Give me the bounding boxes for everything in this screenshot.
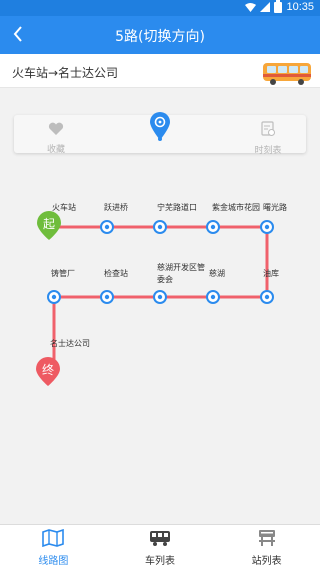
station-label-s1[interactable]: 火车站 [52, 202, 76, 213]
station-node[interactable] [153, 220, 167, 234]
station-label-s7[interactable]: 慈湖 [209, 268, 225, 279]
status-bar: 10:35 [0, 0, 320, 16]
bus-stop-icon [258, 530, 275, 546]
station-node[interactable] [206, 220, 220, 234]
battery-icon [274, 0, 283, 13]
station-node[interactable] [260, 220, 274, 234]
station-label-s9[interactable]: 检查站 [104, 268, 128, 279]
station-node[interactable] [153, 290, 167, 304]
station-label-s11[interactable]: 名士达公司 [50, 338, 90, 349]
station-label-s6[interactable]: 油库 [263, 268, 279, 279]
schedule-label: 时刻表 [254, 146, 282, 156]
station-node[interactable] [100, 290, 114, 304]
end-marker-text: 终 [42, 362, 54, 377]
station-label-s3[interactable]: 宁芜路道口 [157, 202, 197, 213]
station-label-s5[interactable]: 曙光路 [263, 202, 287, 213]
station-label-s4[interactable]: 紫金城市花园 [212, 202, 260, 213]
bottom-nav: 线路图 车列表 站列表 [0, 524, 320, 568]
station-label-s2[interactable]: 跃进桥 [104, 202, 128, 213]
nav-bus-list-label: 车列表 [145, 556, 175, 567]
heart-icon [48, 122, 64, 135]
signal-icon [260, 2, 271, 12]
map-icon [42, 528, 65, 548]
schedule-icon [261, 121, 275, 136]
route-map: 起 终 火车站 跃进桥 宁芜路道口 紫金城市花园 曙光路 油库 慈湖 慈湖开发区… [0, 160, 320, 520]
page-title[interactable]: 5路(切换方向) [0, 26, 320, 46]
active-tab-indicator [158, 137, 162, 141]
bus-illustration-icon [263, 63, 311, 85]
favorite-label: 收藏 [46, 145, 65, 155]
station-node[interactable] [100, 220, 114, 234]
station-label-s8-line1[interactable]: 慈湖开发区管 [157, 262, 205, 273]
start-marker[interactable]: 起 [37, 211, 61, 240]
station-node[interactable] [260, 290, 274, 304]
station-node[interactable] [47, 290, 61, 304]
status-icons: 10:35 [245, 0, 314, 13]
start-marker-text: 起 [43, 217, 55, 231]
nav-bus-list[interactable]: 车列表 [107, 525, 214, 568]
station-label-s8-line2[interactable]: 委会 [157, 274, 173, 285]
nav-route-map-label: 线路图 [38, 556, 69, 567]
bus-icon [150, 531, 170, 546]
station-label-s10[interactable]: 铸管厂 [51, 268, 75, 279]
status-time: 10:35 [286, 1, 314, 13]
title-bar: 5路(切换方向) [0, 16, 320, 54]
station-node[interactable] [206, 290, 220, 304]
route-direction: 火车站→名士达公司 [12, 66, 119, 80]
nav-station-list[interactable]: 站列表 [213, 525, 320, 568]
end-marker[interactable]: 终 [36, 357, 60, 386]
favorite-tab[interactable]: 收藏 [36, 121, 76, 155]
nav-route-map[interactable]: 线路图 [0, 525, 107, 568]
nav-station-list-label: 站列表 [251, 556, 282, 567]
schedule-tab[interactable]: 时刻表 [248, 121, 288, 156]
wifi-icon [245, 2, 257, 12]
route-banner: 火车站→名士达公司 [0, 54, 320, 88]
route-map-canvas: 起 终 [36, 211, 274, 386]
